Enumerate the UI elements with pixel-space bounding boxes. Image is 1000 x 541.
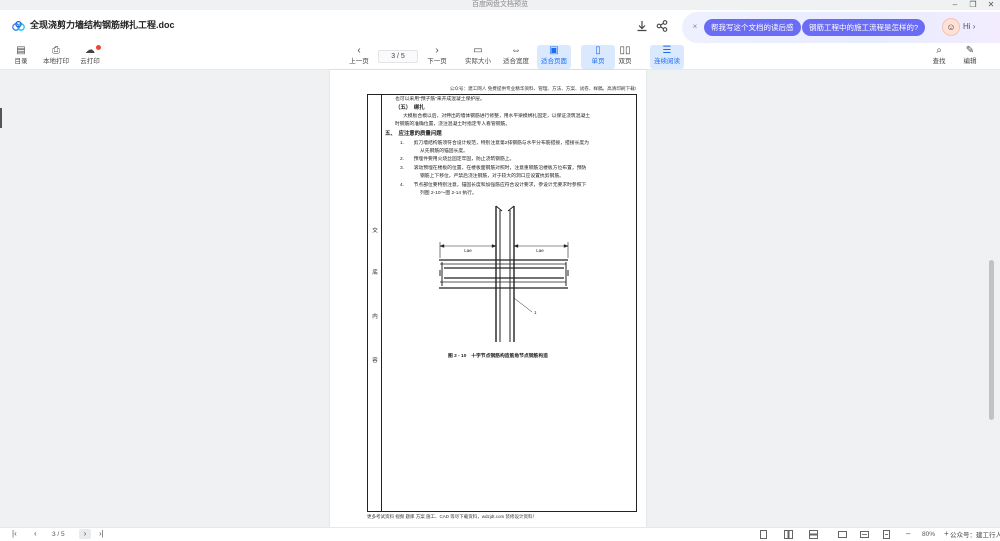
side-label-char: 交 [372,228,378,234]
toc-icon: ▤ [16,45,26,56]
ai-bar-close-button[interactable]: × [690,22,700,32]
status-bar [0,527,1000,541]
window-title: 百度网盘文档预览 [472,1,528,8]
rebar-cross-joint-figure: Lae Lae 1 [439,205,569,342]
doc-line: 4. 节点部位要特别注意，锚固长度和加强筋应符合设计要求，参设计无要求时参照下 [400,183,587,188]
ai-greeting[interactable]: Hi › [963,22,975,31]
ai-suggestion-chip[interactable]: 帮我写这个文档的读后感 [704,19,801,36]
local-print-button[interactable]: ⎙ 本地打印 [39,45,73,69]
restore-button[interactable]: ❐ [966,0,980,10]
last-page-button[interactable]: ›| [99,529,104,539]
doc-line: 钢筋上下移位，严禁后浇注钢筋，对于较大的洞口应设置抗剪钢筋。 [420,174,564,179]
close-window-button[interactable]: ✕ [984,0,998,10]
pencil-icon: ✎ [965,45,975,56]
scrollbar-thumb[interactable] [989,260,994,420]
toc-button[interactable]: ▤ 目录 [4,45,38,69]
zoom-out-button[interactable]: – [906,529,910,539]
fit-page-button[interactable]: ▣ 适合页面 [537,45,571,69]
ai-avatar[interactable]: ☺ [942,18,960,36]
first-page-button[interactable]: |‹ [12,529,17,539]
doc-line: 2. 预埋件要用火烧丝固定牢固，防止浇筑钢筋上。 [400,157,515,162]
figure-caption: 图 2 - 10 十字节点钢筋构造筋角节点钢筋构造 [448,354,548,359]
fit-width-small-icon[interactable] [860,530,869,539]
watermark-text: 公众号：建工行人 [950,532,1000,539]
doc-line: 时钢筋的准确位置，浇注混凝土时指定专人看管钢筋。 [395,122,511,127]
actual-size-icon: ▭ [473,45,483,56]
page-number-input[interactable]: 3 / 5 [378,50,418,63]
actual-size-button[interactable]: ▭ 实际大小 [461,45,495,69]
doc-line: 也可以采用"预子筋"来开成混凝土保护层。 [395,97,485,102]
chevron-right-icon: › [435,45,439,56]
doc-heading: 五、 应注意的质量问题 [385,131,442,137]
fit-width-button[interactable]: ⇔ 适合宽度 [499,45,533,69]
double-page-button[interactable]: ▯▯ 双页 [608,45,642,69]
side-label-char: 底 [372,270,378,276]
page-indicator: 3 / 5 [52,531,65,538]
printer-icon: ⎙ [52,45,60,56]
single-page-view-icon[interactable] [759,530,768,539]
cloud-print-button[interactable]: ☁ 云打印 [73,45,107,69]
next-page-small-button[interactable]: › [79,529,91,539]
chevron-left-icon: ‹ [357,45,361,56]
doc-line: 3. 滚动预埋在楼板的位置，在楼板面钢筋对照时，注意重钢筋沿楼板方位布置，预防 [400,166,587,171]
page-header-note: 公众号：建工网人 免费提供专业精华资料、管理、方法、方案、试卷、样稿。高清印刷下… [449,86,636,91]
next-page-button[interactable]: › 下一页 [420,45,454,69]
side-label-char: 容 [372,358,378,364]
search-icon: ⌕ [936,45,942,56]
continuous-view-icon[interactable] [809,530,818,539]
zoom-in-button[interactable]: + [944,529,949,539]
doc-line: 大模板合模以后，对伸出的墙体钢筋进行修整，用水平梁模绑扎固定，以保证浇筑混凝土 [403,114,591,119]
zoom-level[interactable]: 80% [922,530,935,539]
cloud-print-icon: ☁ [85,45,95,56]
actual-size-small-icon[interactable] [838,530,847,539]
doc-line: 从先钢筋的锚固长度。 [420,149,468,154]
share-icon[interactable] [655,19,669,33]
ai-suggestion-chip[interactable]: 钢筋工程中的施工流程是怎样的? [802,19,926,36]
doc-line: 列图 2-10～图 2-14 执行。 [420,191,477,196]
notification-dot [96,45,101,50]
find-button[interactable]: ⌕ 查找 [922,45,956,69]
doc-line: 1. 剪刀墙结构筋须符合设计规范，特别注意第2排钢筋与水平分布筋搭接，搭接长度为 [400,141,589,146]
minimize-button[interactable]: – [948,0,962,10]
fit-width-icon: ⇔ [511,45,521,56]
prev-page-button[interactable]: ‹ 上一页 [342,45,376,69]
edit-button[interactable]: ✎ 编辑 [953,45,987,69]
continuous-read-icon: ☰ [662,45,672,56]
fig-label-left: Lae [464,248,472,253]
document-title: 全现浇剪力墙结构钢筋绑扎工程.doc [30,20,175,30]
prev-page-small-button[interactable]: ‹ [34,529,37,539]
double-page-view-icon[interactable] [784,530,793,539]
fit-page-small-icon[interactable] [882,530,891,539]
page-footer: 更多考试资料 视频 题库 方案 施工、CAD 等尽下载资料，wdzjdt.com… [367,514,538,519]
doc-heading: （五） 绑扎 [395,105,425,111]
table-divider [381,94,382,512]
fit-page-icon: ▣ [549,45,559,56]
side-label-char: 内 [372,314,378,320]
baidu-netdisk-logo [12,21,25,31]
fig-label-mark: 1 [534,310,537,315]
download-icon[interactable] [635,19,649,33]
left-edge-marker [0,108,2,128]
fig-label-right: Lae [536,248,544,253]
double-page-icon: ▯▯ [619,45,631,56]
continuous-read-button[interactable]: ☰ 连续阅读 [650,45,684,69]
